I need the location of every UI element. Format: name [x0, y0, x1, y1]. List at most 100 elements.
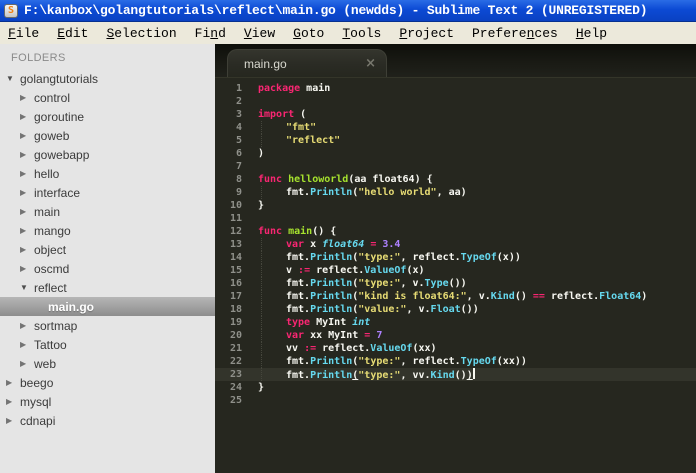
tree-item-mysql[interactable]: ▶ mysql — [0, 392, 215, 411]
code-line-text: fmt.Println("type:", v.Type()) — [242, 277, 467, 290]
code-token: fmt. — [286, 370, 311, 381]
tab-label: main.go — [244, 56, 287, 71]
code-line[interactable]: 24} — [215, 381, 696, 394]
code-line[interactable]: 11 — [215, 212, 696, 225]
tree-item-interface[interactable]: ▶ interface — [0, 183, 215, 202]
line-number: 24 — [229, 382, 242, 393]
code-line[interactable]: 21 vv := reflect.ValueOf(xx) — [215, 342, 696, 355]
menu-goto[interactable]: Goto — [293, 26, 324, 41]
chevron-right-icon[interactable]: ▶ — [20, 221, 34, 240]
chevron-right-icon[interactable]: ▶ — [20, 354, 34, 373]
code-line[interactable]: 3 import ( — [215, 108, 696, 121]
code-line[interactable]: 4 "fmt" — [215, 121, 696, 134]
line-number: 14 — [229, 252, 242, 263]
code-line[interactable]: 20 var xx MyInt = 7 — [215, 329, 696, 342]
chevron-right-icon[interactable]: ▶ — [20, 335, 34, 354]
tree-item-tattoo[interactable]: ▶ Tattoo — [0, 335, 215, 354]
tree-item-beego[interactable]: ▶ beego — [0, 373, 215, 392]
code-line[interactable]: 2 — [215, 95, 696, 108]
chevron-right-icon[interactable]: ▶ — [20, 259, 34, 278]
tree-item-object[interactable]: ▶ object — [0, 240, 215, 259]
chevron-down-icon[interactable]: ▼ — [6, 69, 20, 88]
code-token: fmt. — [286, 356, 311, 367]
menu-find[interactable]: Find — [195, 26, 226, 41]
tree-item-label: hello — [34, 166, 60, 181]
code-area[interactable]: 1 package main 2 3 import (4 "fmt" 5 "reflect" 6… — [215, 78, 696, 473]
code-token: "kind is float64:" — [358, 291, 467, 302]
menu-tools[interactable]: Tools — [342, 26, 381, 41]
tree-item-oscmd[interactable]: ▶ oscmd — [0, 259, 215, 278]
menu-file[interactable]: File — [8, 26, 39, 41]
menu-view[interactable]: View — [244, 26, 275, 41]
code-line[interactable]: 9 fmt.Println("hello world", aa) — [215, 186, 696, 199]
chevron-right-icon[interactable]: ▶ — [20, 202, 34, 221]
code-line[interactable]: 6) — [215, 147, 696, 160]
code-token: Float — [430, 304, 461, 315]
chevron-right-icon[interactable]: ▶ — [20, 316, 34, 335]
code-line[interactable]: 10} — [215, 199, 696, 212]
chevron-right-icon[interactable]: ▶ — [20, 145, 34, 164]
title-bar[interactable]: S F:\kanbox\golangtutorials\reflect\main… — [0, 0, 696, 22]
code-line[interactable]: 22 fmt.Println("type:", reflect.TypeOf(xx… — [215, 355, 696, 368]
code-line[interactable]: 7 — [215, 160, 696, 173]
tree-item-control[interactable]: ▶ control — [0, 88, 215, 107]
tab-main-go[interactable]: main.go × — [227, 49, 387, 77]
code-token: } — [258, 200, 265, 211]
chevron-right-icon[interactable]: ▶ — [20, 164, 34, 183]
tab-close-icon[interactable]: × — [365, 57, 376, 70]
menu-selection[interactable]: Selection — [106, 26, 176, 41]
line-number: 2 — [235, 96, 242, 107]
code-line[interactable]: 17 fmt.Println("kind is float64:", v.Kind… — [215, 290, 696, 303]
code-line[interactable]: 18 fmt.Println("value:", v.Float()) — [215, 303, 696, 316]
tree-item-mango[interactable]: ▶ mango — [0, 221, 215, 240]
menu-edit[interactable]: Edit — [57, 26, 88, 41]
code-line[interactable]: 16 fmt.Println("type:", v.Type()) — [215, 277, 696, 290]
code-token: var — [286, 330, 305, 341]
tree-item-label: cdnapi — [20, 413, 56, 428]
code-line[interactable]: 5 "reflect" — [215, 134, 696, 147]
chevron-right-icon[interactable]: ▶ — [6, 392, 20, 411]
chevron-right-icon[interactable]: ▶ — [20, 126, 34, 145]
code-token: , aa) — [436, 187, 467, 198]
code-line[interactable]: 15 v := reflect.ValueOf(x) — [215, 264, 696, 277]
code-token: fmt. — [286, 252, 311, 263]
tree-item-main-go[interactable]: main.go — [0, 297, 215, 316]
indent-guide — [261, 121, 286, 134]
code-token: Kind — [430, 370, 455, 381]
tree-item-hello[interactable]: ▶ hello — [0, 164, 215, 183]
code-line[interactable]: 12 func main() { — [215, 225, 696, 238]
tree-item-label: reflect — [34, 280, 67, 295]
code-line[interactable]: 8 func helloworld(aa float64) { — [215, 173, 696, 186]
chevron-right-icon[interactable]: ▶ — [20, 88, 34, 107]
code-token: , reflect. — [400, 252, 461, 263]
code-line[interactable]: 19 type MyInt int — [215, 316, 696, 329]
menu-project[interactable]: Project — [399, 26, 454, 41]
code-token: Float64 — [599, 291, 642, 302]
code-line[interactable]: 25 — [215, 394, 696, 407]
tree-item-sortmap[interactable]: ▶ sortmap — [0, 316, 215, 335]
chevron-right-icon[interactable]: ▶ — [20, 240, 34, 259]
menu-preferences[interactable]: Preferences — [472, 26, 558, 41]
code-token: type — [286, 317, 311, 328]
tree-item-main[interactable]: ▶ main — [0, 202, 215, 221]
tree-item-cdnapi[interactable]: ▶ cdnapi — [0, 411, 215, 430]
tree-item-goweb[interactable]: ▶ goweb — [0, 126, 215, 145]
tree-item-reflect[interactable]: ▼ reflect — [0, 278, 215, 297]
tree-item-goroutine[interactable]: ▶ goroutine — [0, 107, 215, 126]
code-line[interactable]: 14 fmt.Println("type:", reflect.TypeOf(x)… — [215, 251, 696, 264]
chevron-down-icon[interactable]: ▼ — [20, 278, 34, 297]
line-number: 4 — [235, 122, 242, 133]
tree-item-golangtutorials[interactable]: ▼ golangtutorials — [0, 69, 215, 88]
chevron-right-icon[interactable]: ▶ — [6, 411, 20, 430]
line-number: 9 — [235, 187, 242, 198]
menu-help[interactable]: Help — [576, 26, 607, 41]
code-line[interactable]: 23 fmt.Println("type:", vv.Kind()) — [215, 368, 696, 381]
code-line[interactable]: 1 package main — [215, 82, 696, 95]
chevron-right-icon[interactable]: ▶ — [6, 373, 20, 392]
chevron-right-icon[interactable]: ▶ — [20, 107, 34, 126]
tree-item-gowebapp[interactable]: ▶ gowebapp — [0, 145, 215, 164]
text-caret — [472, 368, 475, 379]
code-line[interactable]: 13 var x float64 = 3.4 — [215, 238, 696, 251]
tree-item-web[interactable]: ▶ web — [0, 354, 215, 373]
chevron-right-icon[interactable]: ▶ — [20, 183, 34, 202]
